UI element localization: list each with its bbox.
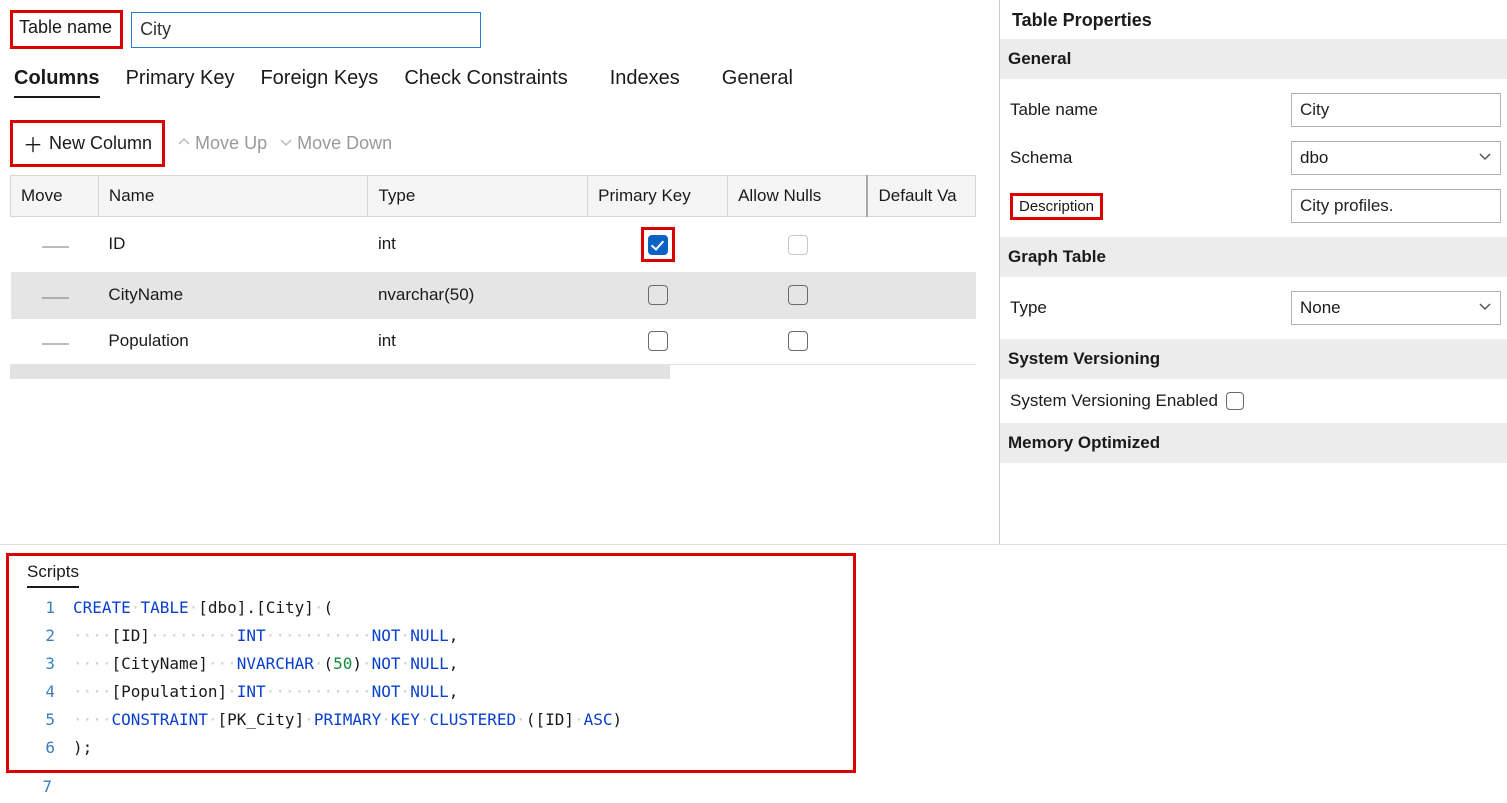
- allow-nulls-checkbox[interactable]: [788, 235, 808, 255]
- tab-foreign-keys[interactable]: Foreign Keys: [260, 67, 378, 98]
- section-memory-optimized: Memory Optimized: [1000, 423, 1507, 463]
- section-system-versioning: System Versioning: [1000, 339, 1507, 379]
- col-header-default: Default Va: [867, 176, 975, 217]
- table-row[interactable]: ⸺Populationint: [11, 318, 976, 364]
- table-row[interactable]: ⸺CityNamenvarchar(50): [11, 272, 976, 318]
- column-type-cell[interactable]: int: [368, 217, 588, 273]
- chevron-up-icon: [177, 133, 191, 154]
- move-up-label: Move Up: [195, 133, 267, 154]
- allow-nulls-checkbox[interactable]: [788, 331, 808, 351]
- new-column-label: New Column: [49, 133, 152, 154]
- move-up-button[interactable]: Move Up: [177, 133, 267, 154]
- script-editor[interactable]: 1CREATE·TABLE·[dbo].[City]·(2····[ID]···…: [27, 594, 843, 762]
- drag-handle-icon[interactable]: ⸺: [11, 272, 99, 318]
- primary-key-checkbox[interactable]: [648, 285, 668, 305]
- column-type-cell[interactable]: int: [368, 318, 588, 364]
- col-header-type: Type: [368, 176, 588, 217]
- tab-primary-key[interactable]: Primary Key: [126, 67, 235, 98]
- chevron-down-icon: [1478, 148, 1492, 168]
- prop-type-value: None: [1300, 298, 1341, 318]
- table-name-label: Table name: [10, 10, 123, 49]
- line-number-7: 7: [24, 777, 52, 796]
- scripts-tab[interactable]: Scripts: [27, 562, 79, 588]
- default-value-cell[interactable]: [867, 217, 975, 273]
- prop-type-select[interactable]: None: [1291, 291, 1501, 325]
- tab-columns[interactable]: Columns: [14, 67, 100, 98]
- plus-icon: ＋: [23, 129, 43, 158]
- move-down-label: Move Down: [297, 133, 392, 154]
- col-header-pk: Primary Key: [588, 176, 728, 217]
- prop-table-name-input[interactable]: [1291, 93, 1501, 127]
- chevron-down-icon: [1478, 298, 1492, 318]
- section-general: General: [1000, 39, 1507, 79]
- horizontal-scrollbar[interactable]: [10, 365, 670, 379]
- column-name-cell[interactable]: CityName: [98, 272, 368, 318]
- prop-schema-label: Schema: [1010, 148, 1072, 168]
- column-name-cell[interactable]: ID: [98, 217, 368, 273]
- primary-key-checkbox[interactable]: [648, 235, 668, 255]
- col-header-name: Name: [98, 176, 368, 217]
- default-value-cell[interactable]: [867, 318, 975, 364]
- scripts-panel: Scripts 1CREATE·TABLE·[dbo].[City]·(2···…: [6, 553, 856, 773]
- new-column-button[interactable]: ＋ New Column: [10, 120, 165, 167]
- table-name-input[interactable]: [131, 12, 481, 48]
- tab-check-constraints[interactable]: Check Constraints: [404, 67, 567, 98]
- designer-tabs: Columns Primary Key Foreign Keys Check C…: [14, 67, 999, 98]
- allow-nulls-checkbox[interactable]: [788, 285, 808, 305]
- drag-handle-icon[interactable]: ⸺: [11, 318, 99, 364]
- columns-table: Move Name Type Primary Key Allow Nulls D…: [10, 175, 976, 365]
- col-header-nulls: Allow Nulls: [728, 176, 868, 217]
- system-versioning-checkbox[interactable]: [1226, 392, 1244, 410]
- table-row[interactable]: ⸺IDint: [11, 217, 976, 273]
- system-versioning-enabled-label: System Versioning Enabled: [1010, 391, 1218, 411]
- properties-title: Table Properties: [1012, 10, 1501, 31]
- move-down-button[interactable]: Move Down: [279, 133, 392, 154]
- section-graph: Graph Table: [1000, 237, 1507, 277]
- drag-handle-icon[interactable]: ⸺: [11, 217, 99, 273]
- prop-table-name-label: Table name: [1010, 100, 1098, 120]
- prop-schema-value: dbo: [1300, 148, 1328, 168]
- designer-left-pane: Table name Columns Primary Key Foreign K…: [0, 0, 1000, 544]
- properties-pane: Table Properties General Table name Sche…: [1000, 0, 1507, 544]
- col-header-move: Move: [11, 176, 99, 217]
- column-type-cell[interactable]: nvarchar(50): [368, 272, 588, 318]
- default-value-cell[interactable]: [867, 272, 975, 318]
- table-designer: Table name Columns Primary Key Foreign K…: [0, 0, 1507, 803]
- column-name-cell[interactable]: Population: [98, 318, 368, 364]
- primary-key-checkbox[interactable]: [648, 331, 668, 351]
- chevron-down-icon: [279, 133, 293, 154]
- prop-description-label: Description: [1010, 193, 1103, 220]
- prop-schema-select[interactable]: dbo: [1291, 141, 1501, 175]
- prop-description-input[interactable]: [1291, 189, 1501, 223]
- tab-general[interactable]: General: [722, 67, 793, 98]
- tab-indexes[interactable]: Indexes: [610, 67, 680, 98]
- prop-type-label: Type: [1010, 298, 1047, 318]
